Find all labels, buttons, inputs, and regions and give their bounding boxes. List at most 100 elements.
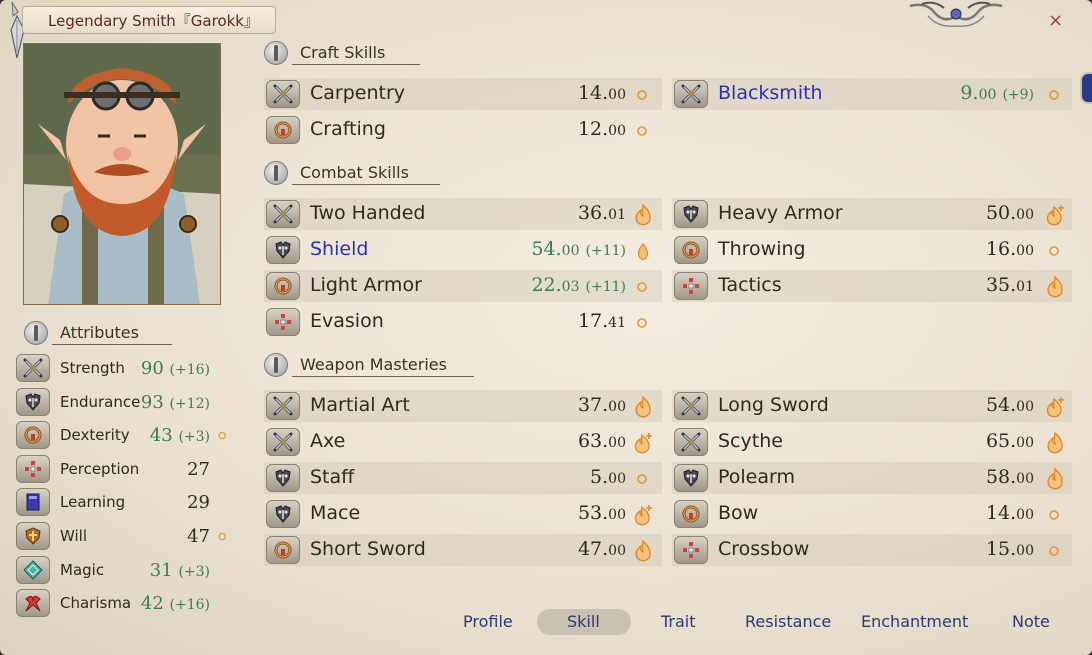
- attribute-bonus: (+3): [178, 563, 210, 580]
- skill-row[interactable]: Crossbow 15.00: [672, 534, 1072, 566]
- attribute-name: Charisma: [60, 594, 132, 613]
- skill-name: Axe: [310, 430, 346, 452]
- potential-flame-plus-icon: [634, 504, 652, 526]
- attribute-bonus: (+16): [169, 597, 210, 614]
- skill-value: 50.00: [986, 202, 1034, 224]
- skill-value-integer: 9.: [960, 82, 979, 104]
- skill-value-decimal: 00: [1016, 543, 1034, 559]
- attribute-row[interactable]: Charisma 42 (+16): [16, 587, 226, 619]
- skill-row[interactable]: Blacksmith 9.00 (+9): [672, 78, 1072, 110]
- skill-name: Evasion: [310, 310, 384, 332]
- attribute-row[interactable]: Learning 29: [16, 486, 226, 518]
- skill-value-integer: 5.: [590, 466, 609, 488]
- section-combat-label: Combat Skills: [300, 163, 409, 182]
- skill-row[interactable]: Staff 5.00: [264, 462, 662, 494]
- attribute-value: 93 (+12): [141, 392, 210, 413]
- skill-row[interactable]: Carpentry 14.00: [264, 78, 662, 110]
- skill-row[interactable]: Light Armor 22.03 (+11): [264, 270, 662, 302]
- character-sheet-window: Legendary Smith『Garokk』 × Attributes Str…: [0, 0, 1092, 655]
- skill-value-integer: 54.: [531, 238, 562, 260]
- skill-row[interactable]: Evasion 17.41: [264, 306, 662, 338]
- skill-value-decimal: 00: [608, 87, 626, 103]
- skill-row[interactable]: Long Sword 54.00: [672, 390, 1072, 422]
- ring-icon: [16, 421, 50, 450]
- character-portrait: [23, 43, 221, 305]
- crossed-swords-icon: [266, 200, 300, 228]
- skill-row[interactable]: Scythe 65.00: [672, 426, 1072, 458]
- skill-row[interactable]: Mace 53.00: [264, 498, 662, 530]
- skill-name: Blacksmith: [718, 82, 823, 104]
- section-weapon-label: Weapon Masteries: [300, 355, 447, 374]
- skill-name: Heavy Armor: [718, 202, 843, 224]
- skill-value-integer: 47.: [577, 538, 609, 560]
- skill-value: 54.00: [986, 394, 1034, 416]
- section-attributes-label: Attributes: [60, 323, 139, 342]
- section-divider: [292, 184, 440, 185]
- skill-value-integer: 35.: [985, 274, 1017, 296]
- attribute-row[interactable]: Strength 90 (+16): [16, 352, 226, 384]
- tab-note[interactable]: Note: [1012, 612, 1050, 631]
- potential-flame-icon: [1046, 467, 1064, 490]
- attribute-row[interactable]: Endurance 93 (+12): [16, 386, 226, 418]
- attribute-name: Strength: [60, 359, 125, 377]
- attribute-row[interactable]: Dexterity 43 (+3): [16, 419, 226, 451]
- skill-value: 14.00: [986, 502, 1034, 524]
- potential-flame-icon: [634, 203, 652, 226]
- potential-small-dot-icon: [634, 84, 652, 106]
- skill-value: 12.00: [578, 118, 626, 140]
- skill-value-integer: 15.: [985, 538, 1017, 560]
- tab-resistance[interactable]: Resistance: [745, 612, 831, 631]
- skill-row[interactable]: Bow 14.00: [672, 498, 1072, 530]
- tab-skill[interactable]: Skill: [567, 612, 600, 631]
- skill-row[interactable]: Short Sword 47.00: [264, 534, 662, 566]
- skill-row[interactable]: Martial Art 37.00: [264, 390, 662, 422]
- attribute-bonus: (+16): [169, 362, 210, 378]
- armor-icon: [16, 387, 50, 416]
- potential-small-dot-icon: [634, 120, 652, 142]
- side-gem-icon: [1080, 72, 1092, 104]
- armor-icon: [674, 200, 708, 228]
- tab-trait[interactable]: Trait: [661, 612, 696, 631]
- attribute-value: 42 (+16): [141, 593, 210, 614]
- crossed-swords-icon: [674, 392, 708, 420]
- skill-row[interactable]: Throwing 16.00: [672, 234, 1072, 266]
- skill-value-integer: 22.: [531, 274, 562, 296]
- armor-icon: [266, 464, 300, 492]
- crossed-swords-icon: [16, 354, 50, 382]
- skill-value: 14.00: [578, 82, 626, 104]
- potential-flame-icon: [634, 395, 652, 418]
- attribute-value: 31 (+3): [150, 560, 210, 581]
- skill-row[interactable]: Polearm 58.00: [672, 462, 1072, 494]
- armor-icon: [266, 236, 300, 264]
- potential-small-dot-icon: [634, 276, 652, 298]
- tab-enchantment[interactable]: Enchantment: [861, 612, 968, 631]
- book-icon: [16, 488, 50, 517]
- close-button[interactable]: ×: [1048, 10, 1063, 31]
- skill-row[interactable]: Heavy Armor 50.00: [672, 198, 1072, 230]
- skill-value-integer: 65.: [985, 430, 1017, 452]
- ring-icon: [674, 236, 708, 264]
- skill-name: Staff: [310, 466, 355, 488]
- skill-value: 17.41: [578, 310, 626, 332]
- skill-value-decimal: 00: [608, 399, 626, 415]
- skill-row[interactable]: Tactics 35.01: [672, 270, 1072, 302]
- attribute-row[interactable]: Will 47: [16, 520, 226, 552]
- skill-value-decimal: 00: [1016, 207, 1034, 223]
- skill-row[interactable]: Crafting 12.00: [264, 114, 662, 146]
- skill-value-decimal: 00: [561, 243, 580, 259]
- skill-row[interactable]: Two Handed 36.01: [264, 198, 662, 230]
- crossed-swords-icon: [674, 428, 708, 456]
- attribute-row[interactable]: Perception 27: [16, 453, 226, 485]
- cross-dots-icon: [674, 272, 708, 300]
- potential-flame-plus-icon: [1046, 396, 1064, 418]
- skill-value: 35.01: [986, 274, 1034, 296]
- tab-profile[interactable]: Profile: [463, 612, 513, 631]
- skill-value: 37.00: [578, 394, 626, 416]
- attribute-name: Perception: [60, 459, 140, 478]
- skill-row[interactable]: Axe 63.00: [264, 426, 662, 458]
- skill-value-decimal: 41: [608, 315, 626, 331]
- skill-row[interactable]: Shield 54.00 (+11): [264, 234, 662, 266]
- skill-name: Bow: [718, 502, 759, 524]
- attribute-value-number: 93: [140, 391, 164, 413]
- attribute-row[interactable]: Magic 31 (+3): [16, 554, 226, 586]
